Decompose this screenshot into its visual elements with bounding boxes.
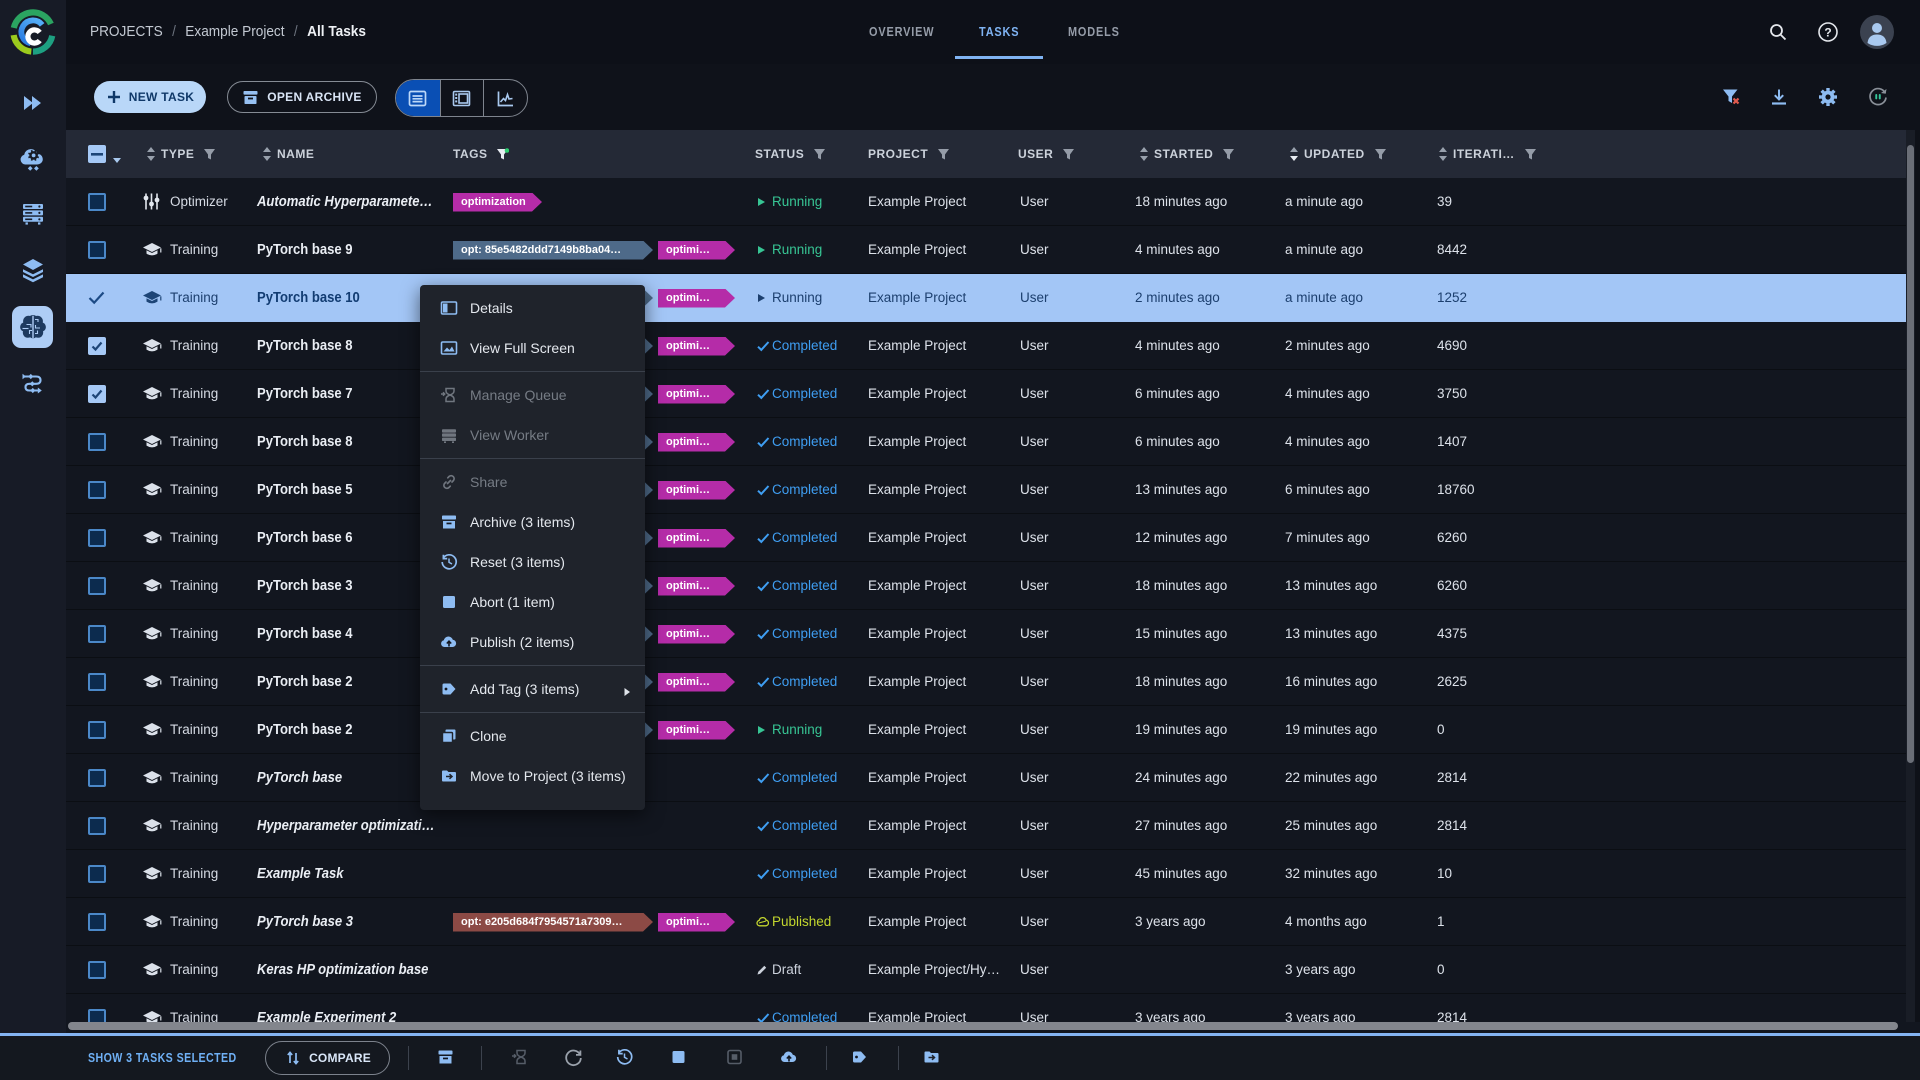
- svg-text:?: ?: [1824, 26, 1831, 40]
